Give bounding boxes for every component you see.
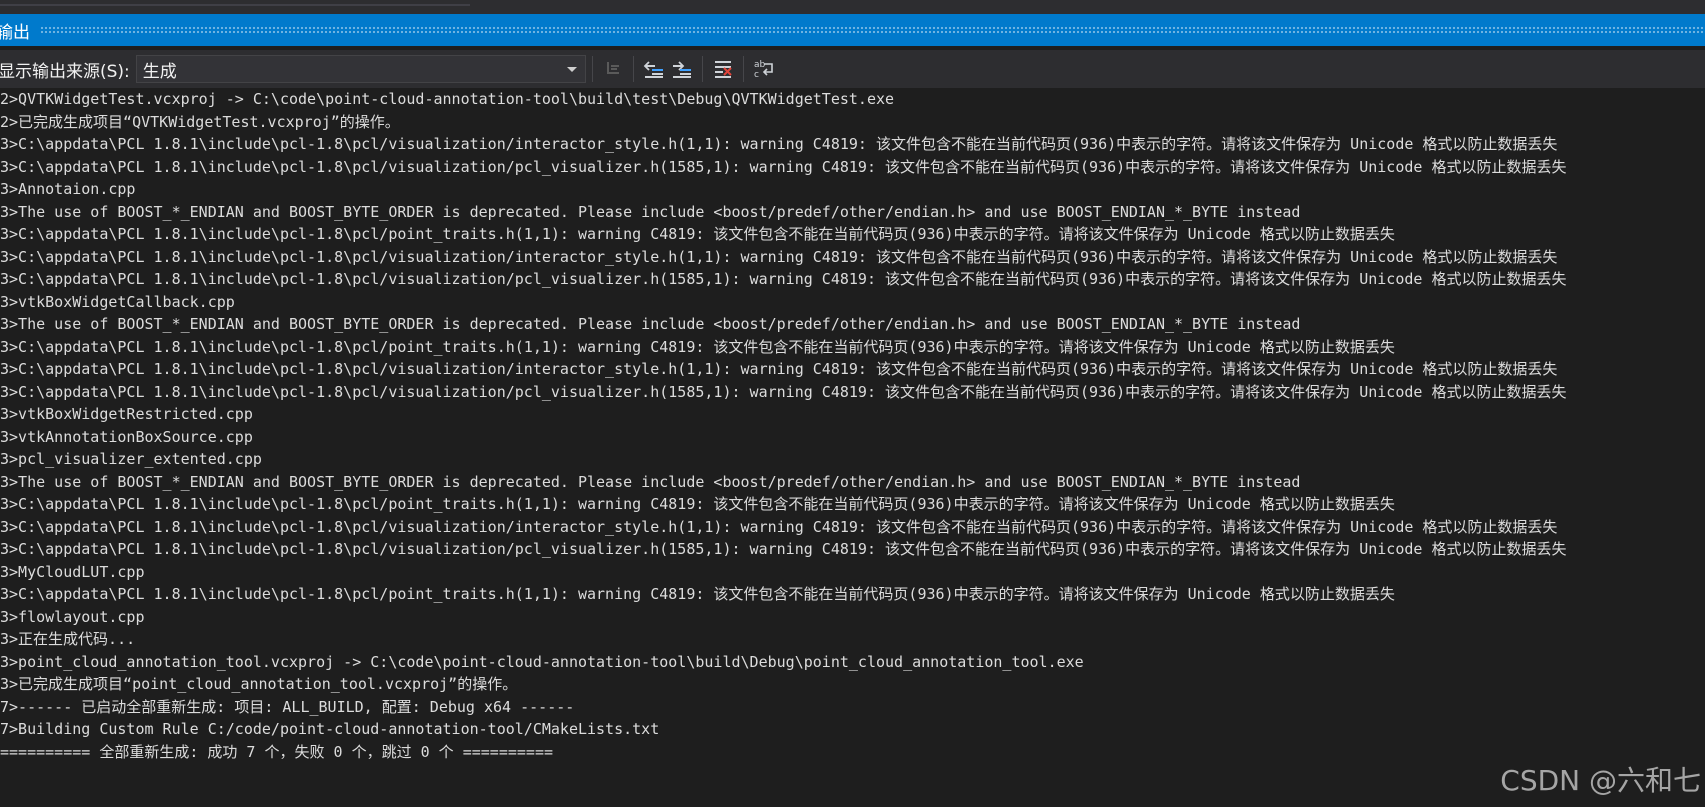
- toolbar-separator: [701, 56, 703, 82]
- output-line: 3>正在生成代码...: [0, 630, 136, 648]
- panel-title: 输出: [0, 22, 30, 43]
- titlebar-grip[interactable]: [40, 26, 1705, 34]
- output-line: 3>C:\appdata\PCL 1.8.1\include\pcl-1.8\p…: [0, 337, 1395, 356]
- prev-message-button[interactable]: [640, 55, 668, 83]
- clear-all-button[interactable]: [709, 55, 737, 83]
- output-line: 3>point_cloud_annotation_tool.vcxproj ->…: [0, 652, 1084, 671]
- chevron-down-icon: [566, 67, 577, 72]
- output-line: 3>C:\appdata\PCL 1.8.1\include\pcl-1.8\p…: [0, 495, 1395, 513]
- next-message-button[interactable]: [668, 55, 696, 83]
- go-to-previous-message-icon: [643, 59, 665, 79]
- output-text-area[interactable]: 2>QVTKWidgetTest.vcxproj -> C:\code\poin…: [0, 88, 1705, 807]
- output-line: 3>C:\appdata\PCL 1.8.1\include\pcl-1.8\p…: [0, 247, 1558, 266]
- output-line: 3>C:\appdata\PCL 1.8.1\include\pcl-1.8\p…: [0, 517, 1558, 536]
- top-strip: [0, 0, 1705, 14]
- output-toolbar: 显示输出来源(S): 生成 ab c: [0, 50, 1705, 88]
- toolbar-separator: [591, 56, 593, 82]
- find-message-icon: [603, 59, 623, 79]
- output-source-select[interactable]: 生成: [135, 55, 586, 83]
- output-line: 3>已完成生成项目“point_cloud_annotation_tool.vc…: [0, 675, 518, 693]
- output-source-value: 生成: [142, 61, 177, 82]
- output-line: 3>C:\appdata\PCL 1.8.1\include\pcl-1.8\p…: [0, 135, 1558, 153]
- svg-text:c: c: [754, 70, 759, 80]
- output-line: 3>pcl_visualizer_extented.cpp: [0, 450, 262, 468]
- go-to-next-message-icon: [671, 59, 693, 79]
- output-line: 2>QVTKWidgetTest.vcxproj -> C:\code\poin…: [0, 90, 895, 108]
- svg-text:ab: ab: [754, 60, 766, 70]
- output-line: 3>The use of BOOST_*_ENDIAN and BOOST_BY…: [0, 315, 1301, 333]
- output-line: 3>C:\appdata\PCL 1.8.1\include\pcl-1.8\p…: [0, 157, 1567, 176]
- output-line: ========== 全部重新生成: 成功 7 个，失败 0 个，跳过 0 个 …: [0, 742, 554, 761]
- output-line: 3>C:\appdata\PCL 1.8.1\include\pcl-1.8\p…: [0, 270, 1567, 288]
- toolbar-separator: [742, 56, 744, 82]
- output-line: 2>已完成生成项目“QVTKWidgetTest.vcxproj”的操作。: [0, 112, 400, 131]
- output-line: 3>Annotaion.cpp: [0, 180, 136, 198]
- output-line: 3>flowlayout.cpp: [0, 607, 145, 626]
- word-wrap-button[interactable]: ab c: [750, 55, 778, 83]
- output-line: 3>C:\appdata\PCL 1.8.1\include\pcl-1.8\p…: [0, 225, 1395, 243]
- output-line: 3>vtkBoxWidgetCallback.cpp: [0, 292, 235, 311]
- watermark: CSDN @六和七: [1500, 764, 1701, 797]
- output-line: 3>The use of BOOST_*_ENDIAN and BOOST_BY…: [0, 202, 1301, 221]
- toggle-word-wrap-icon: ab c: [752, 58, 776, 80]
- output-line: 3>C:\appdata\PCL 1.8.1\include\pcl-1.8\p…: [0, 382, 1567, 401]
- output-line: 3>vtkBoxWidgetRestricted.cpp: [0, 405, 253, 423]
- output-line: 3>MyCloudLUT.cpp: [0, 562, 145, 581]
- output-line: 3>vtkAnnotationBoxSource.cpp: [0, 427, 253, 446]
- output-panel-titlebar[interactable]: 输出: [0, 14, 1705, 46]
- find-message-button[interactable]: [599, 55, 627, 83]
- output-line: 7>Building Custom Rule C:/code/point-clo…: [0, 720, 660, 738]
- output-line: 3>C:\appdata\PCL 1.8.1\include\pcl-1.8\p…: [0, 540, 1567, 558]
- output-line: 3>C:\appdata\PCL 1.8.1\include\pcl-1.8\p…: [0, 585, 1395, 603]
- source-label: 显示输出来源(S):: [0, 61, 130, 82]
- top-strip-line: [0, 4, 470, 6]
- output-line: 3>C:\appdata\PCL 1.8.1\include\pcl-1.8\p…: [0, 360, 1558, 378]
- output-line: 3>The use of BOOST_*_ENDIAN and BOOST_BY…: [0, 472, 1301, 491]
- clear-all-icon: [712, 58, 734, 80]
- toolbar-separator: [632, 56, 634, 82]
- output-line: 7>------ 已启动全部重新生成: 项目: ALL_BUILD, 配置: D…: [0, 697, 575, 716]
